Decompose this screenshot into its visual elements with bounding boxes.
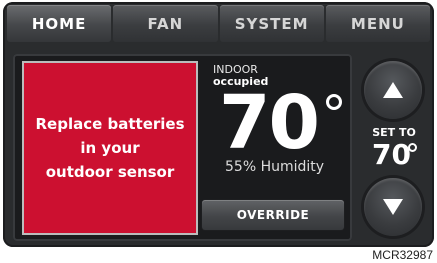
temperature-up-button[interactable] [364,61,422,119]
humidity-readout: 55% Humidity [225,159,325,175]
top-nav: HOME FAN SYSTEM MENU [7,5,430,42]
tab-system[interactable]: SYSTEM [219,5,324,42]
degree-icon [326,94,342,110]
alert-message: Replace batteries in your outdoor sensor [30,112,190,184]
indoor-temperature: 70 [219,80,320,166]
override-button[interactable]: OVERRIDE [202,200,344,230]
tab-fan[interactable]: FAN [113,5,218,42]
display-screen: Replace batteries in your outdoor sensor… [13,54,352,241]
alert-line-1: Replace batteries [35,115,185,133]
setpoint-value: 70 [372,138,411,171]
tab-home[interactable]: HOME [7,5,112,42]
triangle-up-icon [383,82,403,98]
alert-line-3: outdoor sensor [45,163,175,181]
triangle-down-icon [383,199,403,215]
tab-menu[interactable]: MENU [325,5,430,42]
temperature-down-button[interactable] [364,178,422,236]
alert-panel[interactable]: Replace batteries in your outdoor sensor [22,61,198,235]
figure-code: MCR32987 [372,248,433,262]
setpoint-degree-icon [408,143,417,152]
alert-line-2: in your [80,139,140,157]
